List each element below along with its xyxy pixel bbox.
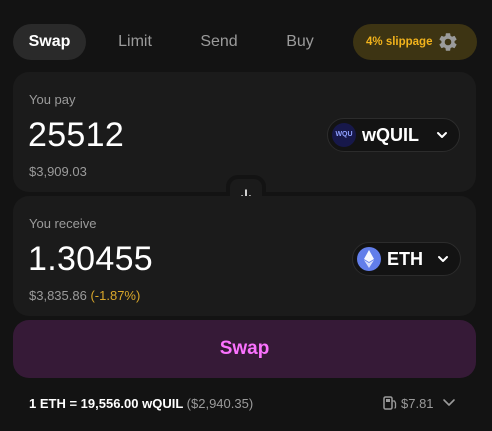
tab-buy[interactable]: Buy [272, 24, 328, 60]
receive-token-selector[interactable]: ETH [352, 242, 461, 276]
pay-token-selector[interactable]: WQU wQUIL [327, 118, 460, 152]
pay-amount-input[interactable]: 25512 [28, 116, 124, 155]
ethereum-icon [364, 250, 374, 268]
pay-token-symbol: wQUIL [362, 125, 419, 145]
slippage-label: 4% slippage [366, 36, 433, 48]
pay-label: You pay [29, 92, 76, 107]
receive-usd-value: $3,835.86 (-1.87%) [29, 288, 140, 303]
wquil-token-logo: WQU [332, 123, 356, 147]
tab-send[interactable]: Send [189, 24, 249, 60]
exchange-rate[interactable]: 1 ETH = 19,556.00 wQUIL ($2,940.35) [29, 396, 253, 411]
chevron-down-icon [443, 399, 455, 406]
tab-swap[interactable]: Swap [13, 24, 86, 60]
chevron-down-icon [438, 256, 448, 262]
tab-bar: Swap Limit Send Buy 4% slippage [13, 24, 479, 60]
gear-icon [439, 33, 457, 51]
receive-label: You receive [29, 216, 97, 231]
eth-token-logo [357, 247, 381, 271]
chevron-down-icon [437, 132, 447, 138]
exchange-rate-usd: ($2,940.35) [186, 396, 254, 411]
pay-usd-value: $3,909.03 [29, 164, 87, 179]
pay-panel: You pay 25512 $3,909.03 WQU wQUIL [13, 72, 476, 192]
receive-panel: You receive 1.30455 $3,835.86 (-1.87%) E… [13, 196, 476, 316]
receive-usd-amount: $3,835.86 [29, 288, 87, 303]
receive-amount-output[interactable]: 1.30455 [28, 240, 153, 279]
exchange-rate-text: 1 ETH = 19,556.00 wQUIL [29, 396, 184, 411]
price-impact: (-1.87%) [90, 288, 141, 303]
slippage-settings-button[interactable]: 4% slippage [353, 24, 477, 60]
gas-fee-toggle[interactable]: $7.81 [380, 392, 460, 414]
swap-button[interactable]: Swap [13, 320, 476, 378]
tab-limit[interactable]: Limit [105, 24, 165, 60]
gas-fee-value: $7.81 [401, 396, 434, 411]
gas-pump-icon [383, 396, 397, 410]
receive-token-symbol: ETH [387, 249, 423, 269]
